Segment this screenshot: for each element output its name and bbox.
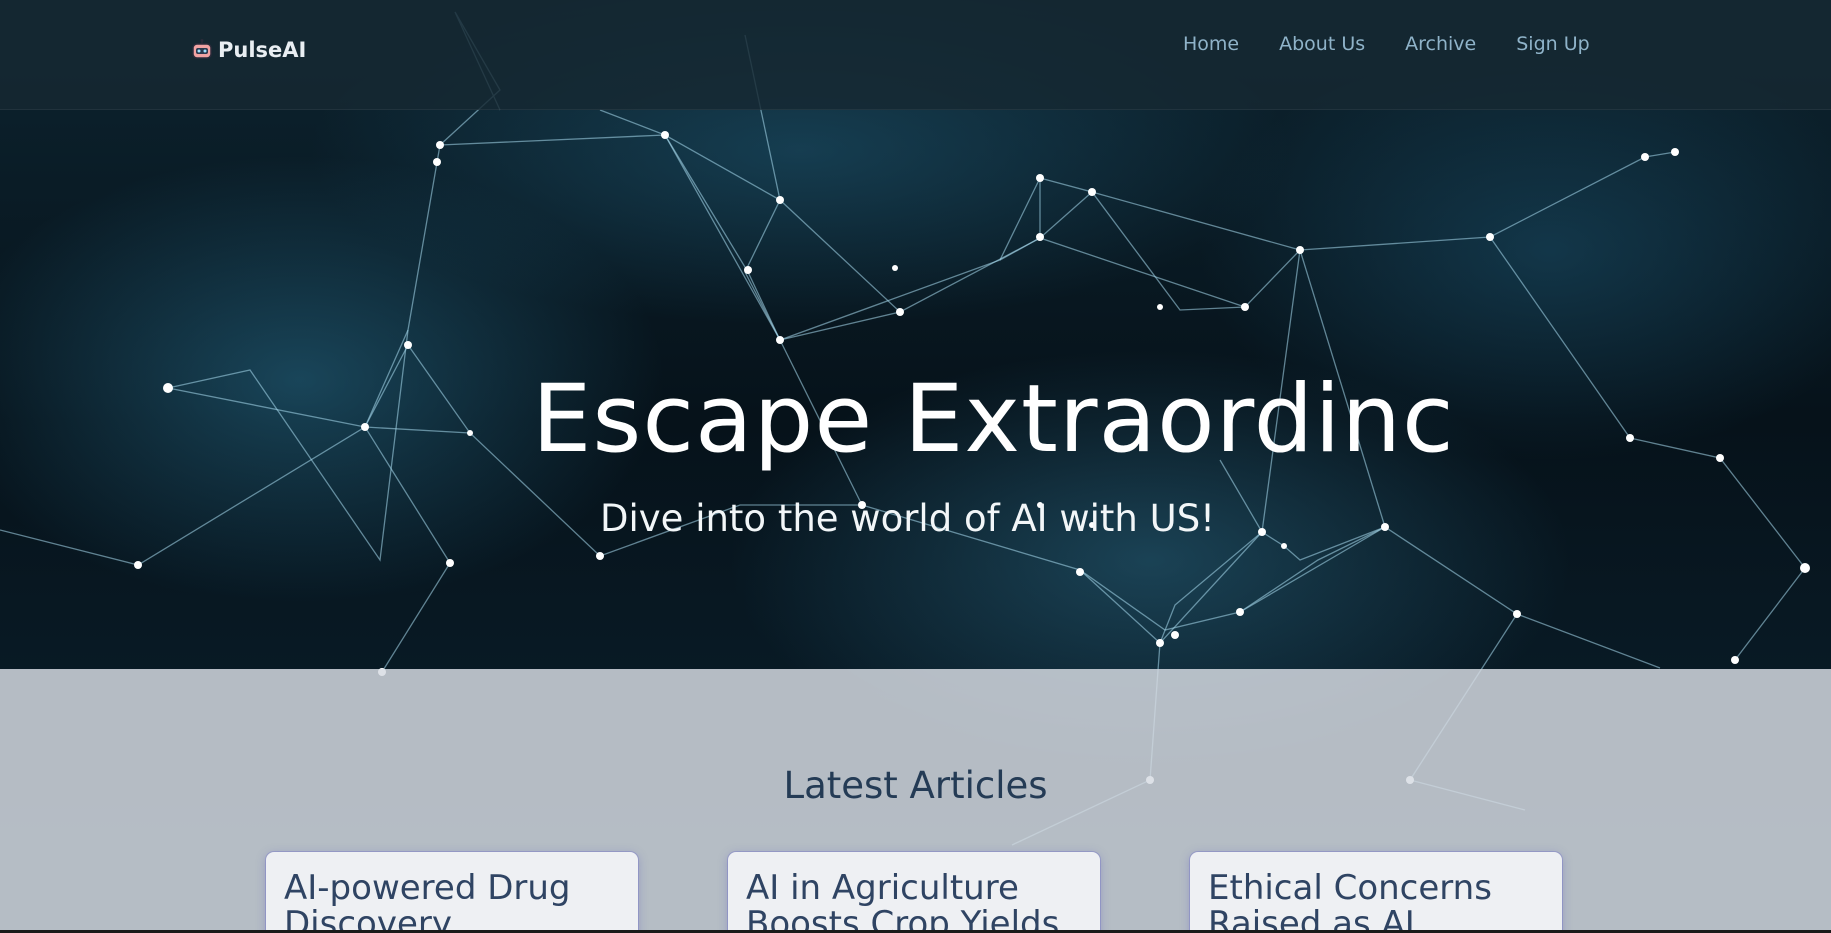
- nav-signup-link[interactable]: Sign Up: [1516, 31, 1589, 57]
- top-header: PulseAI Home About Us Archive Sign Up: [0, 0, 1831, 110]
- nav-archive-link[interactable]: Archive: [1405, 31, 1476, 57]
- brand-name: PulseAI: [218, 38, 307, 62]
- article-card[interactable]: AI-powered Drug Discovery: [266, 852, 638, 933]
- article-card-title: AI-powered Drug Discovery: [284, 868, 571, 933]
- robot-icon: [190, 38, 214, 62]
- article-card-title: Ethical Concerns Raised as AI: [1208, 868, 1492, 933]
- brand[interactable]: PulseAI: [190, 38, 306, 62]
- nav-about-link[interactable]: About Us: [1279, 31, 1365, 57]
- main-nav: Home About Us Archive Sign Up: [1183, 31, 1590, 57]
- hero-title-container: Escape Extraordinc: [532, 360, 1460, 480]
- hero-title: Escape Extraordinc: [532, 365, 1455, 474]
- page: PulseAI Home About Us Archive Sign Up Es…: [0, 0, 1831, 933]
- article-card-title: AI in Agriculture Boosts Crop Yields: [746, 868, 1060, 933]
- article-card[interactable]: AI in Agriculture Boosts Crop Yields: [728, 852, 1100, 933]
- section-heading: Latest Articles: [783, 764, 1048, 807]
- latest-articles-section: Latest Articles AI-powered Drug Discover…: [0, 669, 1831, 933]
- nav-home-link[interactable]: Home: [1183, 31, 1239, 57]
- hero-subtitle: Dive into the world of AI with US!: [600, 497, 1216, 540]
- article-card[interactable]: Ethical Concerns Raised as AI: [1190, 852, 1562, 933]
